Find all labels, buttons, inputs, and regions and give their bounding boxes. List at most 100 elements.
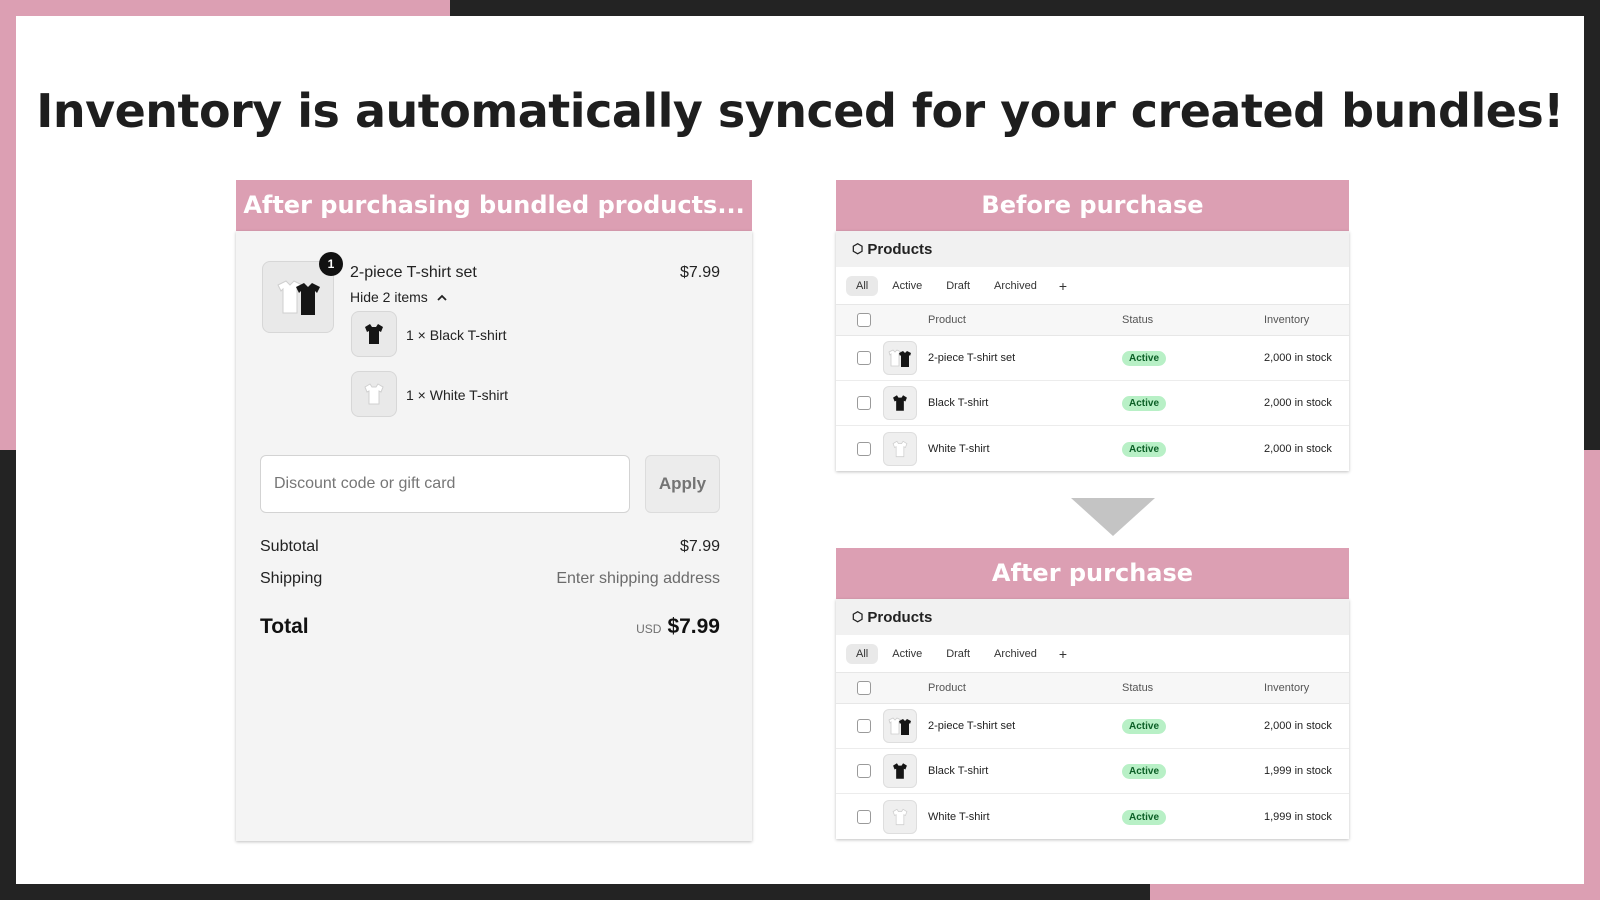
products-title-bar: ⬡ Products <box>836 599 1349 635</box>
table-row[interactable]: White T-shirt Active 1,999 in stock <box>836 794 1349 839</box>
product-thumbnail <box>883 709 917 743</box>
inventory-value: 2,000 in stock <box>1264 397 1332 409</box>
black-tshirt-icon <box>365 324 383 344</box>
subtotal-label: Subtotal <box>260 538 319 555</box>
shipping-label: Shipping <box>260 570 323 587</box>
subtotal-value: $7.99 <box>679 538 720 555</box>
bundle-thumbnail: 1 <box>262 252 343 333</box>
product-name[interactable]: Black T-shirt <box>928 765 988 777</box>
tab-archived[interactable]: Archived <box>984 276 1047 296</box>
before-purchase-header: Before purchase <box>836 180 1349 231</box>
sub-item-thumbnail-white <box>351 371 397 417</box>
inventory-value: 2,000 in stock <box>1264 720 1332 732</box>
select-all-checkbox[interactable] <box>857 681 871 695</box>
product-name[interactable]: White T-shirt <box>928 443 990 455</box>
tab-active[interactable]: Active <box>882 276 932 296</box>
product-thumbnail <box>883 799 917 834</box>
column-header-inventory: Inventory <box>1264 314 1310 326</box>
tab-archived[interactable]: Archived <box>984 644 1047 664</box>
status-badge: Active <box>1122 396 1167 411</box>
tshirt-set-icon <box>888 717 911 735</box>
products-title-bar: ⬡ Products <box>836 231 1349 267</box>
tab-draft[interactable]: Draft <box>936 644 980 664</box>
quantity-badge: 1 <box>319 252 343 276</box>
white-tshirt-icon <box>892 440 908 457</box>
table-row[interactable]: Black T-shirt Active 1,999 in stock <box>836 749 1349 794</box>
total-currency: USD <box>636 622 662 636</box>
select-all-checkbox[interactable] <box>857 313 871 327</box>
chevron-up-icon <box>437 295 447 301</box>
table-row[interactable]: 2-piece T-shirt set Active 2,000 in stoc… <box>836 336 1349 381</box>
checkout-panel-header: After purchasing bundled products... <box>236 180 752 231</box>
tab-active[interactable]: Active <box>882 644 932 664</box>
product-thumbnail <box>883 431 917 466</box>
white-tshirt-icon <box>364 383 384 405</box>
tab-draft[interactable]: Draft <box>936 276 980 296</box>
total-amount: USD $7.99 <box>636 615 720 639</box>
tshirt-set-icon <box>277 280 320 315</box>
status-badge: Active <box>1122 719 1167 734</box>
column-header-inventory: Inventory <box>1264 682 1310 694</box>
white-tshirt-icon <box>892 808 908 825</box>
status-badge-label: Active <box>1122 764 1167 779</box>
inventory-value: 1,999 in stock <box>1264 765 1332 777</box>
add-view-button[interactable]: + <box>1051 646 1075 662</box>
status-badge: Active <box>1122 351 1167 366</box>
status-badge: Active <box>1122 441 1167 457</box>
column-header-product: Product <box>928 682 966 694</box>
table-row[interactable]: Black T-shirt Active 2,000 in stock <box>836 381 1349 426</box>
status-badge-label: Active <box>1122 396 1167 411</box>
total-value: $7.99 <box>667 615 720 638</box>
total-label: Total <box>260 615 309 638</box>
status-badge-label: Active <box>1122 719 1167 734</box>
product-thumbnail <box>883 341 917 375</box>
black-tshirt-icon <box>893 395 907 411</box>
product-name[interactable]: 2-piece T-shirt set <box>928 352 1015 364</box>
status-badge: Active <box>1122 764 1167 779</box>
sub-item-label: 1 × White T-shirt <box>406 387 509 403</box>
row-checkbox[interactable] <box>857 351 871 365</box>
table-row[interactable]: White T-shirt Active 2,000 in stock <box>836 426 1349 471</box>
tab-all[interactable]: All <box>846 275 879 296</box>
tab-all[interactable]: All <box>846 643 879 664</box>
inventory-value: 1,999 in stock <box>1264 810 1332 823</box>
product-thumbnail <box>883 754 917 788</box>
tag-icon: ⬡ <box>852 241 864 256</box>
status-badge: Active <box>1122 809 1167 825</box>
products-title: Products <box>867 240 933 258</box>
tag-icon: ⬡ <box>852 609 864 624</box>
after-products-panel: ⬡ Products All Active Draft Archived + P… <box>836 599 1349 839</box>
row-checkbox[interactable] <box>857 396 871 410</box>
apply-discount-button[interactable]: Apply <box>645 455 720 513</box>
product-name[interactable]: White T-shirt <box>928 811 990 823</box>
status-badge-label: Active <box>1122 351 1167 366</box>
row-checkbox[interactable] <box>857 764 871 778</box>
sub-item-thumbnail-black <box>351 311 397 357</box>
hide-items-toggle[interactable]: Hide 2 items <box>350 289 448 305</box>
column-header-status: Status <box>1122 314 1154 326</box>
bundle-price: $7.99 <box>679 264 720 281</box>
table-header: Product Status Inventory <box>836 673 1349 704</box>
inventory-value: 2,000 in stock <box>1264 352 1332 364</box>
product-name[interactable]: Black T-shirt <box>928 397 988 409</box>
sub-item-label: 1 × Black T-shirt <box>406 327 507 343</box>
product-name[interactable]: 2-piece T-shirt set <box>928 720 1015 732</box>
products-title: Products <box>867 608 933 626</box>
product-thumbnail <box>883 386 917 420</box>
table-header: Product Status Inventory <box>836 305 1349 336</box>
black-tshirt-icon <box>893 763 907 779</box>
add-view-button[interactable]: + <box>1051 278 1075 294</box>
arrow-down-icon <box>1071 498 1155 536</box>
row-checkbox[interactable] <box>857 809 871 824</box>
discount-code-input[interactable] <box>260 455 630 513</box>
bundle-name: 2-piece T-shirt set <box>350 264 477 281</box>
tshirt-set-icon <box>888 349 911 367</box>
column-header-product: Product <box>928 314 966 326</box>
checkout-panel: 1 2-piece T-shirt set $7.99 Hide 2 items… <box>236 231 752 841</box>
headline: Inventory is automatically synced for yo… <box>36 84 1564 138</box>
row-checkbox[interactable] <box>857 719 871 733</box>
row-checkbox[interactable] <box>857 441 871 456</box>
table-row[interactable]: 2-piece T-shirt set Active 2,000 in stoc… <box>836 704 1349 749</box>
column-header-status: Status <box>1122 682 1154 694</box>
product-filter-tabs: All Active Draft Archived + <box>836 267 1349 305</box>
